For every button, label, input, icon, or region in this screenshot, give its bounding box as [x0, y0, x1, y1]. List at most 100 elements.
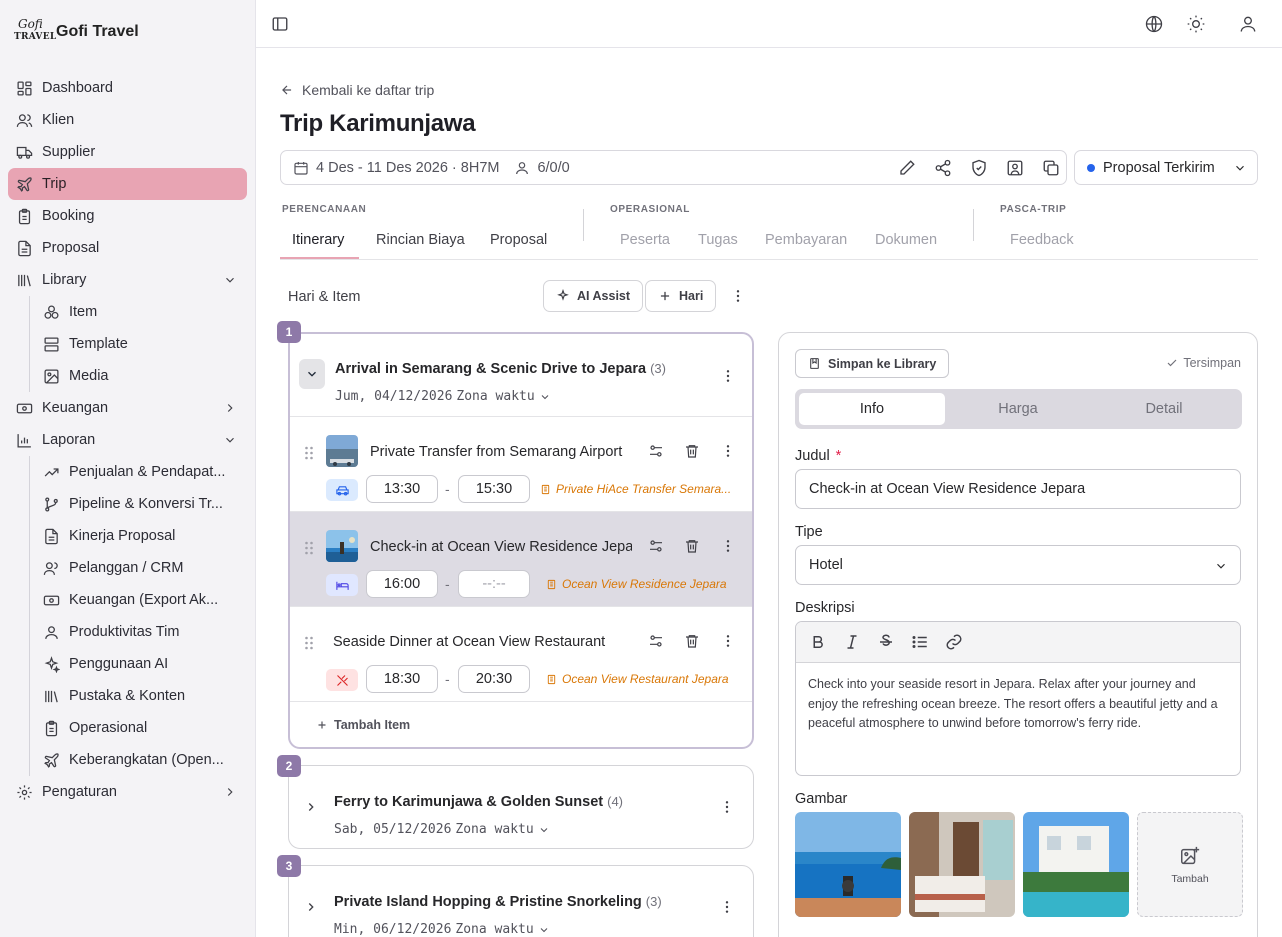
sidebar-item-report-team[interactable]: Produktivitas Tim: [41, 616, 247, 648]
sidebar-item-library[interactable]: Library: [8, 264, 247, 296]
sidebar-item-report-departure[interactable]: Keberangkatan (Open...: [41, 744, 247, 776]
start-time-input[interactable]: 13:30: [366, 475, 438, 503]
tab-feedback[interactable]: Feedback: [1010, 232, 1074, 248]
day-title[interactable]: Private Island Hopping & Pristine Snorke…: [334, 894, 662, 910]
trash-icon[interactable]: [684, 443, 700, 459]
link-icon[interactable]: [945, 633, 963, 651]
more-vertical-icon[interactable]: [720, 633, 736, 649]
tab-harga[interactable]: Harga: [945, 393, 1091, 425]
end-time-input[interactable]: 15:30: [458, 475, 530, 503]
tab-pembayaran[interactable]: Pembayaran: [765, 232, 847, 248]
copy-icon[interactable]: [1042, 159, 1060, 177]
start-time-input[interactable]: 16:00: [366, 570, 438, 598]
day-date[interactable]: Min, 06/12/2026 Zona waktu: [334, 922, 550, 937]
sidebar-item-supplier[interactable]: Supplier: [8, 136, 247, 168]
sidebar-item-report-library[interactable]: Pustaka & Konten: [41, 680, 247, 712]
strikethrough-icon[interactable]: [877, 633, 895, 651]
title-input[interactable]: Check-in at Ocean View Residence Jepara: [795, 469, 1241, 509]
more-vertical-icon[interactable]: [730, 288, 746, 304]
supplier-link[interactable]: Ocean View Residence Jepara: [546, 577, 734, 591]
sidebar-item-dashboard[interactable]: Dashboard: [8, 72, 247, 104]
sidebar-item-booking[interactable]: Booking: [8, 200, 247, 232]
share-icon[interactable]: [934, 159, 952, 177]
day-card[interactable]: Ferry to Karimunjawa & Golden Sunset (4) …: [288, 765, 754, 849]
tab-rincian-biaya[interactable]: Rincian Biaya: [376, 232, 465, 248]
sidebar-item-report-ai[interactable]: Penggunaan AI: [41, 648, 247, 680]
sidebar-item-keuangan[interactable]: Keuangan: [8, 392, 247, 424]
day-card[interactable]: Private Island Hopping & Pristine Snorke…: [288, 865, 754, 937]
sidebar-item-library-template[interactable]: Template: [41, 328, 247, 360]
tab-itinerary[interactable]: Itinerary: [292, 232, 344, 248]
day-title[interactable]: Arrival in Semarang & Scenic Drive to Je…: [335, 361, 666, 377]
day-date[interactable]: Sab, 05/12/2026 Zona waktu: [334, 822, 550, 837]
italic-icon[interactable]: [843, 633, 861, 651]
sidebar-item-report-ops[interactable]: Operasional: [41, 712, 247, 744]
more-vertical-icon[interactable]: [720, 368, 736, 384]
chevron-right-icon[interactable]: [304, 800, 318, 814]
tab-detail[interactable]: Detail: [1091, 393, 1237, 425]
collapse-button[interactable]: [299, 359, 325, 389]
globe-icon[interactable]: [1144, 14, 1164, 34]
sidebar-item-library-media[interactable]: Media: [41, 360, 247, 392]
shield-check-icon[interactable]: [970, 159, 988, 177]
itinerary-item[interactable]: Private Transfer from Semarang Airport 1…: [290, 416, 752, 511]
sidebar-item-library-item[interactable]: Item: [41, 296, 247, 328]
sidebar-item-report-finance[interactable]: Keuangan (Export Ak...: [41, 584, 247, 616]
bold-icon[interactable]: [809, 633, 827, 651]
more-vertical-icon[interactable]: [719, 899, 735, 915]
chevron-right-icon[interactable]: [304, 900, 318, 914]
gallery-image[interactable]: [795, 812, 901, 917]
back-link[interactable]: Kembali ke daftar trip: [280, 82, 434, 98]
sidebar-item-klien[interactable]: Klien: [8, 104, 247, 136]
sidebar-item-report-crm[interactable]: Pelanggan / CRM: [41, 552, 247, 584]
itinerary-item[interactable]: Seaside Dinner at Ocean View Restaurant …: [290, 606, 752, 701]
trash-icon[interactable]: [684, 538, 700, 554]
supplier-link[interactable]: Ocean View Restaurant Jepara: [546, 672, 734, 686]
start-time-input[interactable]: 18:30: [366, 665, 438, 693]
add-image-button[interactable]: Tambah: [1137, 812, 1243, 917]
add-day-button[interactable]: Hari: [645, 280, 717, 312]
itinerary-item-selected[interactable]: Check-in at Ocean View Residence Jepa 16…: [290, 511, 752, 606]
more-vertical-icon[interactable]: [720, 538, 736, 554]
add-item-button[interactable]: Tambah Item: [316, 718, 410, 732]
sun-icon[interactable]: [1186, 14, 1206, 34]
sidebar-item-pengaturan[interactable]: Pengaturan: [8, 776, 247, 808]
grip-icon[interactable]: [304, 541, 314, 555]
list-icon[interactable]: [911, 633, 929, 651]
sidebar-item-proposal[interactable]: Proposal: [8, 232, 247, 264]
gallery-image[interactable]: [909, 812, 1015, 917]
gallery-image[interactable]: [1023, 812, 1129, 917]
tab-proposal[interactable]: Proposal: [490, 232, 547, 248]
supplier-link[interactable]: Private HiAce Transfer Semara...: [540, 482, 734, 496]
settings-sliders-icon[interactable]: [648, 633, 664, 649]
grip-icon[interactable]: [304, 636, 314, 650]
tab-dokumen[interactable]: Dokumen: [875, 232, 937, 248]
pencil-icon[interactable]: [898, 159, 916, 177]
sidebar-item-report-sales[interactable]: Penjualan & Pendapat...: [41, 456, 247, 488]
type-select[interactable]: Hotel: [795, 545, 1241, 585]
sidebar-item-trip[interactable]: Trip: [8, 168, 247, 200]
more-vertical-icon[interactable]: [719, 799, 735, 815]
more-vertical-icon[interactable]: [720, 443, 736, 459]
end-time-input[interactable]: 20:30: [458, 665, 530, 693]
tab-peserta[interactable]: Peserta: [620, 232, 670, 248]
ai-assist-button[interactable]: AI Assist: [543, 280, 644, 312]
sidebar-toggle-icon[interactable]: [271, 15, 289, 33]
contact-icon[interactable]: [1006, 159, 1024, 177]
user-icon[interactable]: [1238, 14, 1258, 34]
description-text[interactable]: Check into your seaside resort in Jepara…: [796, 663, 1240, 746]
day-title[interactable]: Ferry to Karimunjawa & Golden Sunset (4): [334, 794, 623, 810]
save-to-library-button[interactable]: Simpan ke Library: [795, 349, 950, 378]
settings-sliders-icon[interactable]: [648, 538, 664, 554]
sidebar-item-laporan[interactable]: Laporan: [8, 424, 247, 456]
sidebar-item-report-proposal[interactable]: Kinerja Proposal: [41, 520, 247, 552]
tab-info[interactable]: Info: [799, 393, 945, 425]
settings-sliders-icon[interactable]: [648, 443, 664, 459]
end-time-input[interactable]: --:--: [458, 570, 530, 598]
sidebar-item-report-pipeline[interactable]: Pipeline & Konversi Tr...: [41, 488, 247, 520]
day-date[interactable]: Jum, 04/12/2026 Zona waktu: [335, 389, 551, 404]
status-select[interactable]: Proposal Terkirim: [1074, 150, 1258, 185]
trash-icon[interactable]: [684, 633, 700, 649]
grip-icon[interactable]: [304, 446, 314, 460]
tab-tugas[interactable]: Tugas: [698, 232, 738, 248]
